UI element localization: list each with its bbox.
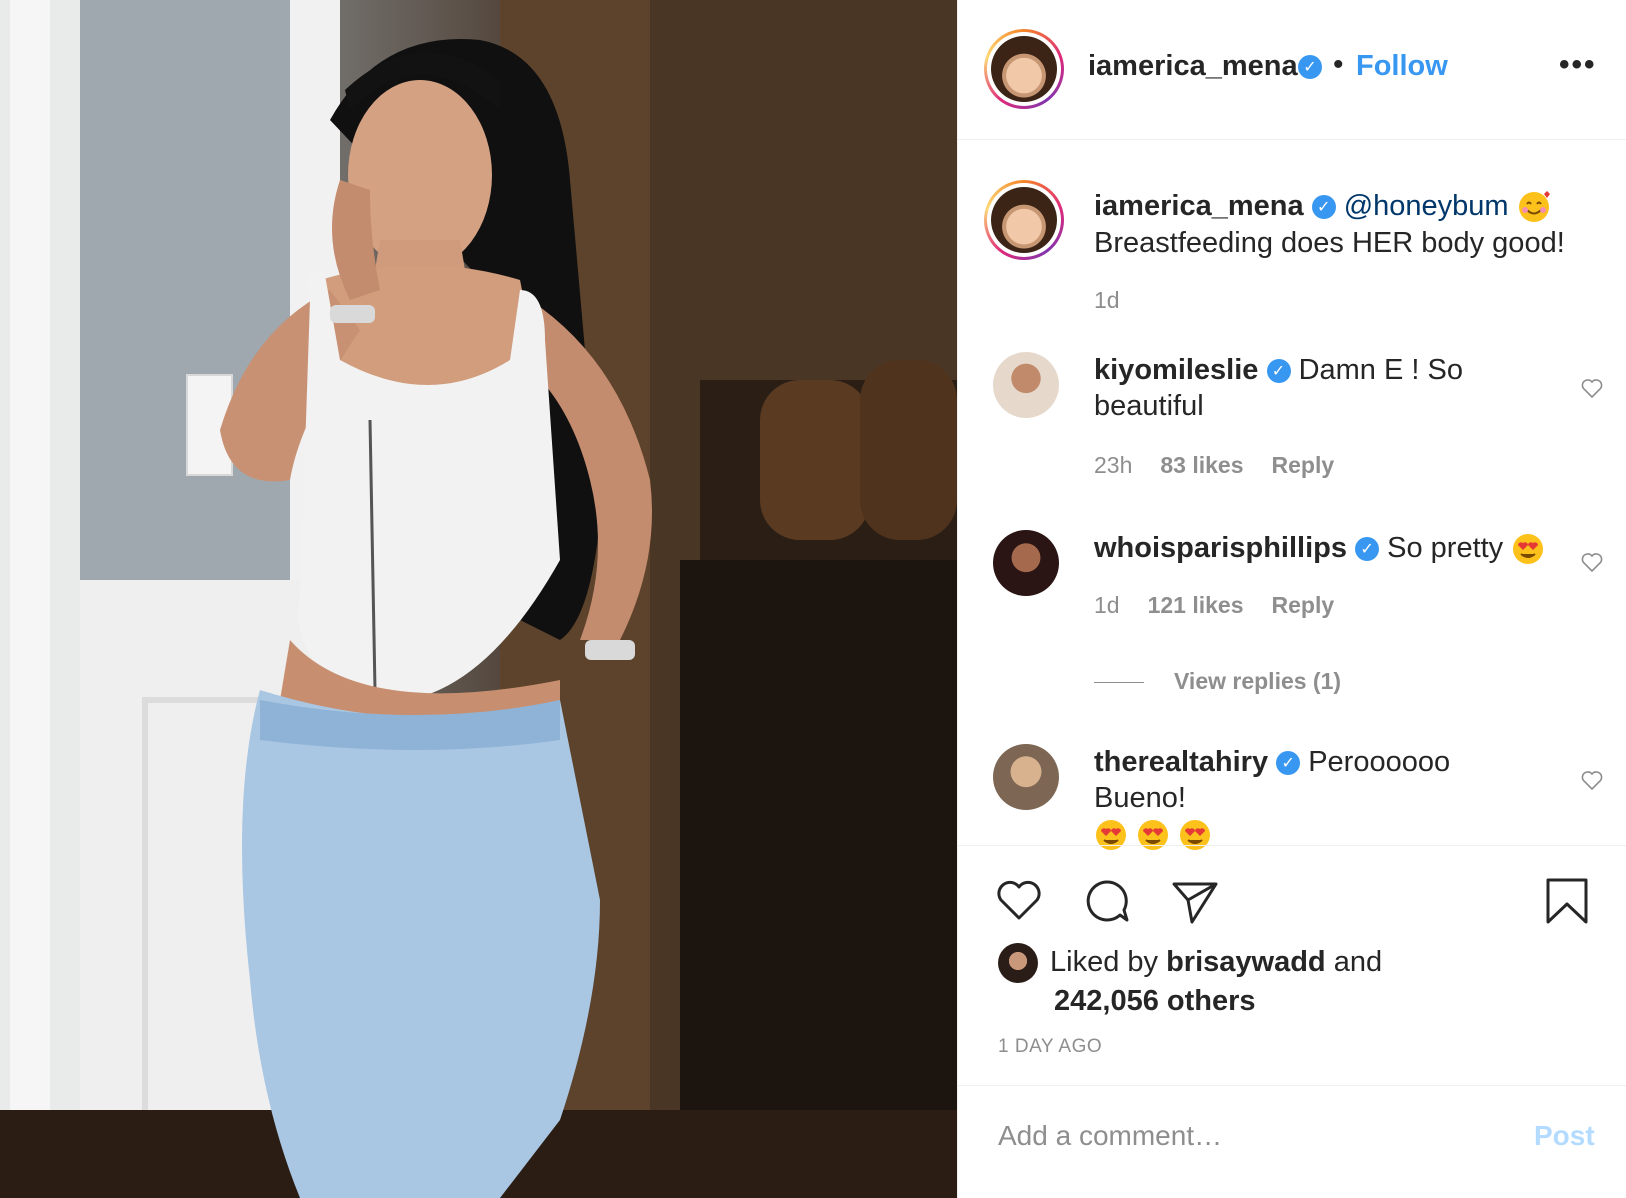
photo-illustration [0,0,957,1198]
liked-by-avatar[interactable] [998,943,1038,983]
comment-text-block: therealtahiry ✓ Peroooooo Bueno! [1094,744,1544,852]
save-bookmark-icon[interactable] [1542,876,1592,926]
post-timestamp[interactable]: 1 DAY AGO [998,1036,1102,1058]
like-comment-heart-icon[interactable] [1580,768,1604,792]
view-replies-button[interactable]: View replies (1) [1094,668,1341,695]
reply-button[interactable]: Reply [1272,592,1335,618]
comment-meta: 23h 83 likes Reply [1094,452,1362,479]
follow-button[interactable]: Follow [1356,50,1448,83]
liked-by-and: and [1333,946,1383,978]
commenter-avatar[interactable] [993,352,1059,418]
reply-button[interactable]: Reply [1272,452,1335,478]
add-comment-bar: Post [958,1085,1626,1198]
commenter-username[interactable]: kiyomileslie [1094,354,1258,386]
comment-likes[interactable]: 83 likes [1160,452,1243,478]
verified-badge-icon: ✓ [1311,195,1336,220]
like-heart-icon[interactable] [994,876,1044,926]
comment-bubble-icon[interactable] [1082,876,1132,926]
caption-timestamp[interactable]: 1d [1094,287,1120,314]
caption-username[interactable]: iamerica_mena [1094,190,1304,222]
verified-badge-icon: ✓ [1266,359,1291,384]
view-replies-label: View replies (1) [1174,668,1342,694]
comment-time[interactable]: 1d [1094,592,1120,618]
caption-first-line: iamerica_mena ✓ @honeybum [1094,190,1551,224]
caption-text: Breastfeeding does HER body good! [1094,227,1565,259]
separator-dot: • [1333,48,1344,81]
view-replies-divider [1094,682,1144,684]
liked-by-line: Liked by brisaywadd and [1050,942,1382,982]
author-avatar[interactable] [984,29,1064,109]
verified-badge-icon: ✓ [1355,537,1380,562]
verified-badge-icon: ✓ [1276,751,1301,776]
post-side-panel: iamerica_mena ✓ • Follow ••• iamerica_me… [957,0,1626,1198]
commenter-username[interactable]: whoisparisphillips [1094,532,1347,564]
liked-by-user[interactable]: brisaywadd [1166,946,1326,978]
likes-count[interactable]: 242,056 others [1054,981,1256,1021]
author-username[interactable]: iamerica_mena [1088,50,1298,83]
caption-author-avatar[interactable] [984,180,1064,260]
like-comment-heart-icon[interactable] [1580,550,1604,574]
comment-likes[interactable]: 121 likes [1148,592,1244,618]
share-paper-plane-icon[interactable] [1170,876,1220,926]
commenter-avatar[interactable] [993,530,1059,596]
heart-eyes-emoji-icon [1513,534,1544,565]
comment-meta: 1d 121 likes Reply [1094,592,1362,619]
post-photo [0,0,957,1198]
comment-text: So pretty [1387,532,1504,564]
liked-by-prefix: Liked by [1050,946,1159,978]
post-actions: Liked by brisaywadd and 242,056 others [958,845,1626,1045]
verified-badge-icon: ✓ [1298,55,1322,79]
more-options-icon[interactable]: ••• [1559,48,1597,82]
comment-text-block: whoisparisphillips ✓ So pretty [1094,530,1564,566]
smiling-face-with-hearts-icon [1518,191,1550,223]
post-comment-button[interactable]: Post [1534,1120,1595,1152]
caption-mention-link[interactable]: @honeybum [1344,190,1509,222]
like-comment-heart-icon[interactable] [1580,376,1604,400]
add-comment-input[interactable] [998,1120,1478,1152]
commenter-username[interactable]: therealtahiry [1094,746,1268,778]
comment-text-block: kiyomileslie ✓ Damn E ! So beautiful [1094,352,1544,424]
post-header: iamerica_mena ✓ • Follow ••• [958,0,1626,140]
commenter-avatar[interactable] [993,744,1059,810]
comment-time[interactable]: 23h [1094,452,1132,478]
